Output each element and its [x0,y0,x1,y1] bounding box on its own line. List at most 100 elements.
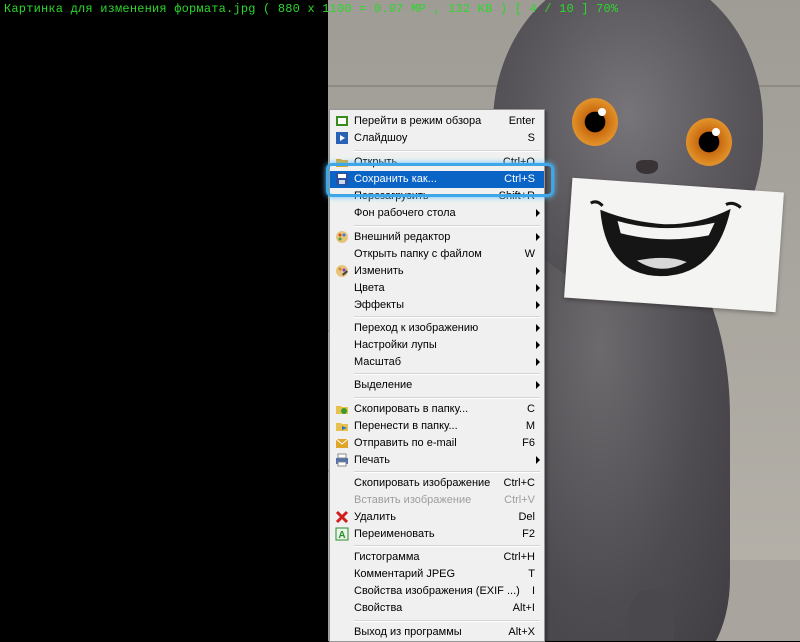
menu-item-label: Фон рабочего стола [354,207,456,219]
menu-item-shortcut: C [527,403,535,415]
move-to-folder-icon [335,419,349,433]
menu-item-label: Скопировать в папку... [354,403,469,415]
cat-eye-right [686,118,732,166]
menu-separator [354,316,540,318]
delete-icon [335,510,349,524]
menu-item-label: Изменить [354,265,404,277]
browse-icon [335,114,349,128]
menu-item-label: Сохранить как... [354,173,437,185]
submenu-arrow-icon [536,358,540,366]
menu-item-shortcut: W [524,248,535,260]
menu-item-10[interactable]: Эффекты [330,297,544,314]
menu-item-label: Перезагрузить [354,190,429,202]
menu-item-label: Настройки лупы [354,339,437,351]
submenu-arrow-icon [536,456,540,464]
menu-item-14[interactable]: Выделение [330,377,544,394]
menu-item-label: Печать [354,454,391,466]
menu-item-18[interactable]: Печать [330,452,544,469]
menu-item-25[interactable]: Свойства изображения (EXIF ...) I [330,583,544,600]
menu-item-shortcut: Ctrl+H [503,551,535,563]
edit-palette-icon [335,264,349,278]
menu-item-11[interactable]: Переход к изображению [330,320,544,337]
menu-item-2[interactable]: Открыть Ctrl+O [330,154,544,171]
menu-item-24[interactable]: Комментарий JPEG T [330,566,544,583]
menu-item-label: Открыть [354,156,398,168]
paint-palette-icon [335,230,349,244]
copy-to-folder-icon [335,402,349,416]
menu-item-16[interactable]: Перенести в папку... M [330,418,544,435]
menu-item-label: Комментарий JPEG [354,568,456,580]
menu-item-shortcut: Alt+I [512,602,535,614]
menu-separator [354,620,540,622]
menu-item-shortcut: Shift+R [498,190,535,202]
menu-separator [354,150,540,152]
menu-item-0[interactable]: Перейти в режим обзора Enter [330,113,544,130]
submenu-arrow-icon [536,267,540,275]
menu-item-17[interactable]: Отправить по e-mail F6 [330,435,544,452]
submenu-arrow-icon [536,301,540,309]
menu-separator [354,545,540,547]
submenu-arrow-icon [536,341,540,349]
menu-separator [354,225,540,227]
menu-item-shortcut: Enter [508,115,535,127]
menu-item-label: Вставить изображение [354,494,472,506]
menu-item-5[interactable]: Фон рабочего стола [330,205,544,222]
menu-item-22[interactable]: A Переименовать F2 [330,526,544,543]
menu-item-shortcut: F6 [522,437,535,449]
menu-item-26[interactable]: Свойства Alt+I [330,600,544,617]
cat-nose [636,160,658,174]
menu-item-8[interactable]: Изменить [330,263,544,280]
menu-item-label: Открыть папку с файлом [354,248,482,260]
menu-item-23[interactable]: Гистограмма Ctrl+H [330,549,544,566]
menu-item-label: Перенести в папку... [354,420,458,432]
menu-item-19[interactable]: Скопировать изображение Ctrl+C [330,475,544,492]
menu-item-label: Эффекты [354,299,405,311]
menu-item-label: Свойства изображения (EXIF ...) [354,585,520,597]
menu-item-12[interactable]: Настройки лупы [330,337,544,354]
menu-item-shortcut: T [528,568,535,580]
menu-item-shortcut: I [531,585,535,597]
image-info-status: Картинка для изменения формата.jpg ( 880… [4,2,619,16]
submenu-arrow-icon [536,233,540,241]
menu-item-15[interactable]: Скопировать в папку... C [330,401,544,418]
cat-eye-left [572,98,618,146]
menu-item-6[interactable]: Внешний редактор [330,229,544,246]
menu-item-label: Скопировать изображение [354,477,491,489]
svg-text:A: A [338,530,345,541]
smile-card [564,177,784,313]
menu-separator [354,373,540,375]
submenu-arrow-icon [536,381,540,389]
menu-separator [354,397,540,399]
save-icon [335,172,349,186]
menu-item-27[interactable]: Выход из программы Alt+X [330,624,544,641]
submenu-arrow-icon [536,209,540,217]
menu-item-label: Цвета [354,282,385,294]
menu-item-label: Внешний редактор [354,231,451,243]
rename-icon: A [335,527,349,541]
email-icon [335,436,349,450]
menu-item-20[interactable]: Вставить изображение Ctrl+V [330,492,544,509]
menu-item-shortcut: S [527,132,535,144]
menu-item-13[interactable]: Масштаб [330,354,544,371]
menu-separator [354,471,540,473]
menu-item-21[interactable]: Удалить Del [330,509,544,526]
menu-item-shortcut: Ctrl+C [503,477,535,489]
menu-item-label: Переименовать [354,528,435,540]
context-menu: Перейти в режим обзора Enter Слайдшоу S Откр… [329,109,545,642]
menu-item-shortcut: Alt+X [508,626,535,638]
menu-item-7[interactable]: Открыть папку с файлом W [330,246,544,263]
menu-item-label: Отправить по e-mail [354,437,457,449]
menu-item-shortcut: Ctrl+S [504,173,535,185]
menu-item-3[interactable]: Сохранить как... Ctrl+S [330,171,544,188]
menu-item-label: Выделение [354,379,413,391]
menu-item-9[interactable]: Цвета [330,280,544,297]
menu-item-shortcut: Ctrl+O [502,156,535,168]
menu-item-label: Удалить [354,511,396,523]
menu-item-label: Выход из программы [354,626,462,638]
menu-item-label: Слайдшоу [354,132,408,144]
open-folder-icon [335,155,349,169]
menu-item-shortcut: F2 [522,528,535,540]
menu-item-label: Гистограмма [354,551,420,563]
menu-item-1[interactable]: Слайдшоу S [330,130,544,147]
menu-item-4[interactable]: Перезагрузить Shift+R [330,188,544,205]
